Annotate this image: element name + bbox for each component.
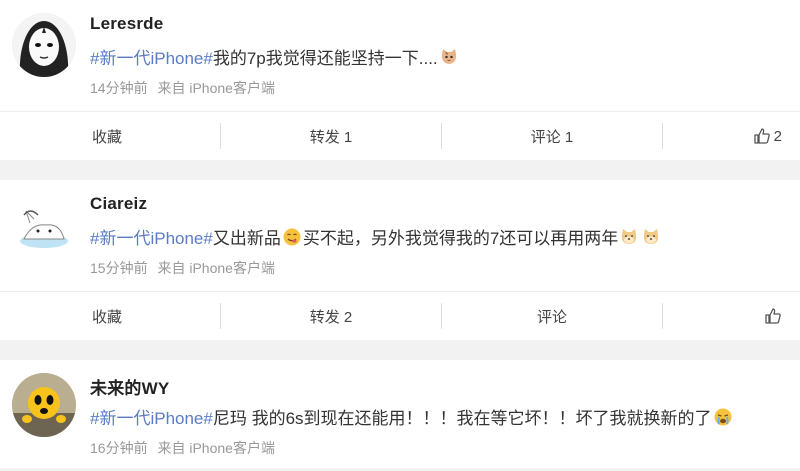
comment-button[interactable]: 评论 bbox=[442, 292, 662, 340]
post-text: 我的7p我觉得还能坚持一下.... bbox=[212, 49, 438, 68]
post-time: 16分钟前 bbox=[90, 440, 148, 456]
thumbs-up-icon bbox=[753, 127, 771, 145]
post-text: 又出新品 bbox=[212, 229, 281, 248]
post-content: #新一代iPhone# 又出新品 买不起，另外我觉得我的7还可以再用两年 bbox=[90, 224, 662, 249]
post-text: 尼玛 我的6s到现在还能用！！！我在等它坏！！坏了我就换新的了 bbox=[212, 409, 712, 428]
like-button[interactable] bbox=[663, 292, 800, 340]
like-count: 2 bbox=[773, 127, 782, 145]
post-content: #新一代iPhone# 我的7p我觉得还能坚持一下.... bbox=[90, 44, 460, 69]
username[interactable]: 未来的WY bbox=[90, 374, 169, 399]
post-source[interactable]: 来自 iPhone客户端 bbox=[157, 440, 274, 456]
action-bar: 收藏 转发 2 评论 bbox=[0, 291, 800, 340]
post-meta: 14分钟前 来自 iPhone客户端 bbox=[90, 78, 275, 98]
post-time: 14分钟前 bbox=[90, 80, 148, 96]
post-card: Leresrde #新一代iPhone# 我的7p我觉得还能坚持一下.... 1… bbox=[0, 0, 800, 160]
comment-button[interactable]: 评论 1 bbox=[442, 112, 662, 160]
yummy-face-emoji bbox=[282, 227, 302, 247]
topic-link[interactable]: #新一代iPhone# bbox=[90, 224, 213, 249]
post-text: 买不起，另外我觉得我的7还可以再用两年 bbox=[302, 229, 619, 248]
post-meta: 15分钟前 来自 iPhone客户端 bbox=[90, 258, 275, 278]
post-card: Ciareiz #新一代iPhone# 又出新品 买不起，另外我觉得我的7还可以… bbox=[0, 180, 800, 340]
post-card: 未来的WY #新一代iPhone# 尼玛 我的6s到现在还能用！！！我在等它坏！… bbox=[0, 360, 800, 468]
like-button[interactable]: 2 bbox=[663, 112, 800, 160]
user-avatar[interactable] bbox=[12, 13, 76, 77]
repost-button[interactable]: 转发 1 bbox=[221, 112, 441, 160]
topic-link[interactable]: #新一代iPhone# bbox=[90, 44, 213, 69]
favorite-button[interactable]: 收藏 bbox=[0, 112, 220, 160]
post-meta: 16分钟前 来自 iPhone客户端 bbox=[90, 438, 275, 458]
post-content: #新一代iPhone# 尼玛 我的6s到现在还能用！！！我在等它坏！！坏了我就换… bbox=[90, 404, 734, 429]
username[interactable]: Ciareiz bbox=[90, 194, 147, 214]
repost-button[interactable]: 转发 2 bbox=[221, 292, 441, 340]
cat-face-emoji bbox=[439, 47, 459, 67]
action-bar: 收藏 转发 1 评论 1 2 bbox=[0, 111, 800, 160]
user-avatar[interactable] bbox=[12, 193, 76, 257]
crying-face-emoji bbox=[713, 407, 733, 427]
doge-emoji bbox=[619, 227, 639, 247]
post-source[interactable]: 来自 iPhone客户端 bbox=[157, 260, 274, 276]
post-time: 15分钟前 bbox=[90, 260, 148, 276]
post-source[interactable]: 来自 iPhone客户端 bbox=[157, 80, 274, 96]
username[interactable]: Leresrde bbox=[90, 14, 163, 34]
thumbs-up-icon bbox=[764, 307, 782, 325]
favorite-button[interactable]: 收藏 bbox=[0, 292, 220, 340]
user-avatar[interactable] bbox=[12, 373, 76, 437]
doge-emoji bbox=[641, 227, 661, 247]
topic-link[interactable]: #新一代iPhone# bbox=[90, 404, 213, 429]
